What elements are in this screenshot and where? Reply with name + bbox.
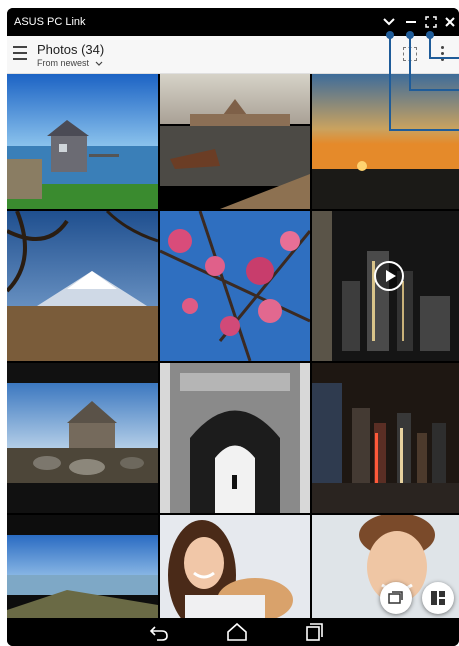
photo-tile-archway[interactable] — [160, 363, 310, 513]
chevron-down-icon — [95, 61, 102, 66]
play-icon[interactable] — [374, 261, 404, 291]
home-icon[interactable] — [225, 622, 249, 642]
navigation-bar — [7, 618, 459, 646]
photo-grid — [7, 74, 459, 618]
sort-label: From newest — [37, 58, 90, 68]
photo-tile-sunset[interactable] — [312, 74, 459, 209]
menu-icon[interactable] — [13, 46, 27, 62]
back-icon[interactable] — [147, 622, 171, 642]
close-icon[interactable] — [440, 12, 459, 32]
device-frame: ASUS PC Link Photos (34) From newest — [7, 8, 459, 646]
window-titlebar: ASUS PC Link — [7, 8, 459, 36]
sort-dropdown[interactable]: From newest — [37, 58, 103, 68]
app-bar: Photos (34) From newest — [7, 36, 459, 74]
photo-tile-harbor[interactable] — [160, 74, 310, 209]
layout-icon — [431, 591, 445, 605]
minimize-arrow-icon[interactable] — [379, 12, 399, 32]
minimize-icon[interactable] — [401, 12, 421, 32]
video-tile-city-night[interactable] — [312, 211, 459, 361]
more-options-icon[interactable] — [441, 46, 445, 62]
photo-tile-coastal-hill[interactable] — [7, 515, 158, 618]
photo-tile-smiling-woman[interactable] — [160, 515, 310, 618]
layout-button[interactable] — [422, 582, 454, 614]
photo-tile-lake-house[interactable] — [7, 74, 158, 209]
photo-tile-stone-church[interactable] — [7, 363, 158, 513]
screenshot-icon — [388, 591, 403, 604]
select-icon[interactable] — [403, 47, 417, 61]
photo-tile-cherry-blossoms[interactable] — [160, 211, 310, 361]
photo-tile-mount-fuji[interactable] — [7, 211, 158, 361]
photo-tile-night-skyscrapers[interactable] — [312, 363, 459, 513]
fullscreen-icon[interactable] — [421, 12, 441, 32]
screenshot-button[interactable] — [380, 582, 412, 614]
recent-apps-icon[interactable] — [301, 622, 325, 642]
page-title: Photos (34) — [37, 42, 105, 57]
window-title: ASUS PC Link — [14, 16, 86, 28]
